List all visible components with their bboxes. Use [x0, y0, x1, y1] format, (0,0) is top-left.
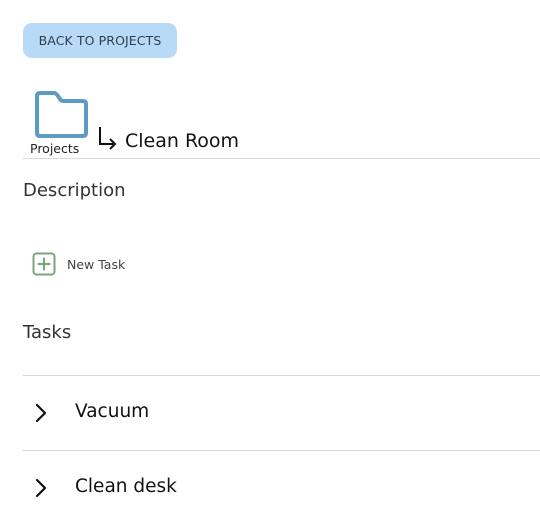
divider	[23, 375, 540, 376]
divider	[23, 158, 540, 159]
back-to-projects-button[interactable]: BACK TO PROJECTS	[23, 23, 177, 58]
chevron-right-icon	[35, 478, 47, 498]
new-task-label: New Task	[67, 256, 126, 272]
task-row[interactable]: Vacuum	[23, 393, 540, 433]
task-label: Vacuum	[75, 401, 150, 422]
new-task-button[interactable]: New Task	[32, 250, 125, 278]
task-label: Clean desk	[75, 476, 177, 497]
plus-square-icon	[32, 252, 56, 276]
page-title: Clean Room	[125, 130, 240, 152]
chevron-right-icon	[35, 403, 47, 423]
divider	[23, 450, 540, 451]
description-heading: Description	[23, 180, 126, 201]
folder-icon	[35, 91, 88, 138]
tasks-heading: Tasks	[23, 322, 72, 343]
folder-label: Projects	[30, 141, 80, 156]
subdirectory-arrow-icon	[99, 127, 117, 150]
task-row[interactable]: Clean desk	[23, 468, 540, 508]
projects-folder-link[interactable]: Projects	[30, 88, 94, 156]
